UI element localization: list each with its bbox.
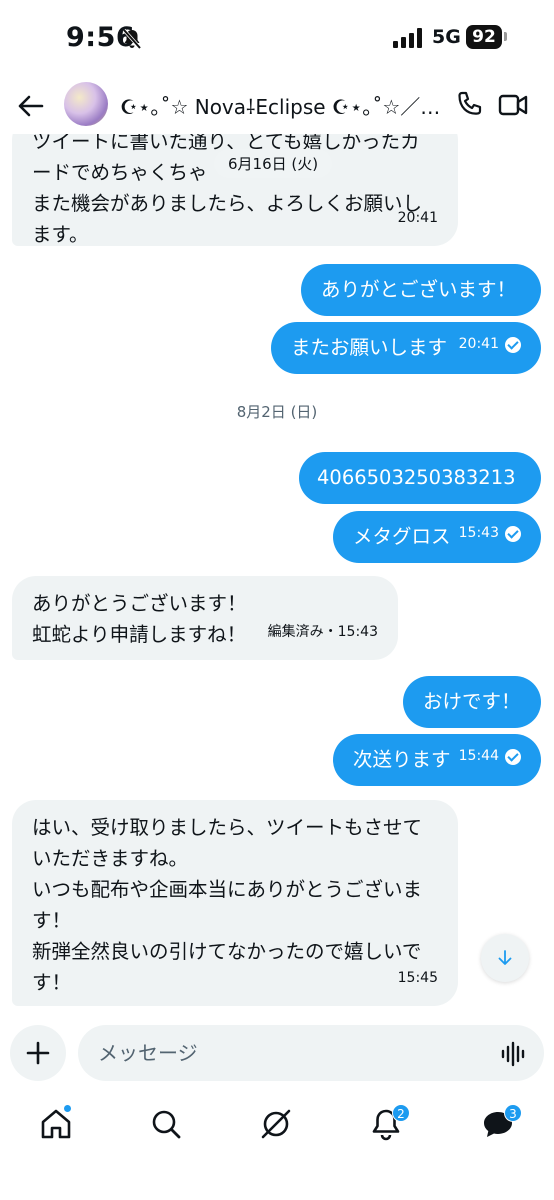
message-line: ありがとうございます！ bbox=[32, 592, 247, 615]
voice-message-icon[interactable] bbox=[500, 1041, 528, 1067]
outgoing-message[interactable]: 次送ります 15:44 bbox=[333, 734, 541, 786]
message-list[interactable]: ツイートに書いた通り、とても嬉しかったカ ードでめちゃくちゃ また機会がありまし… bbox=[0, 134, 554, 1019]
arrow-down-icon bbox=[498, 950, 512, 965]
message-line: ます。 bbox=[32, 223, 89, 246]
message-meta: 15:44 bbox=[459, 741, 521, 772]
message-time: 20:41 bbox=[458, 336, 499, 352]
message-time: 15:45 bbox=[397, 970, 438, 986]
outgoing-message[interactable]: 4066503250383213 bbox=[299, 452, 541, 504]
read-check-icon bbox=[505, 748, 521, 765]
message-input[interactable] bbox=[98, 1039, 478, 1067]
message-text: ありがとございます！ bbox=[321, 278, 517, 301]
outgoing-message[interactable]: メタグロス 15:43 bbox=[333, 511, 541, 563]
message-time: 15:43 bbox=[458, 525, 499, 541]
message-text: 次送ります bbox=[353, 748, 451, 771]
conversation-title[interactable]: ☪︎⋆｡˚☆ Nova⸸Eclipse ☪︎⋆｡˚☆／… bbox=[120, 91, 440, 120]
incoming-message[interactable]: ありがとうございます！ 虹蛇より申請しますね！ 編集済み・15:43 bbox=[12, 576, 398, 660]
nav-search[interactable] bbox=[148, 1106, 184, 1142]
message-line: 新弾全然良いの引けてなかったので嬉しいで bbox=[32, 940, 422, 963]
nav-grok[interactable] bbox=[258, 1106, 294, 1142]
grok-icon bbox=[261, 1109, 291, 1139]
message-line: す！ bbox=[32, 971, 72, 994]
bell-off-icon bbox=[122, 28, 142, 50]
message-line: す！ bbox=[32, 909, 72, 932]
message-text: またお願いします bbox=[291, 336, 448, 359]
read-check-icon bbox=[505, 336, 521, 353]
date-separator: 8月2日 (日) bbox=[236, 403, 318, 421]
message-text: おけです！ bbox=[423, 690, 521, 713]
message-text: 4066503250383213 bbox=[317, 466, 516, 489]
outgoing-message[interactable]: またお願いします 20:41 bbox=[271, 322, 541, 374]
plus-icon bbox=[26, 1041, 50, 1065]
nav-home[interactable] bbox=[38, 1104, 74, 1142]
video-call-icon[interactable] bbox=[498, 92, 528, 118]
scroll-to-bottom-button[interactable] bbox=[481, 934, 529, 982]
outgoing-message[interactable]: おけです！ bbox=[403, 676, 541, 728]
home-unread-dot bbox=[63, 1104, 72, 1113]
network-type: 5G bbox=[432, 26, 461, 48]
nav-notifications[interactable]: 2 bbox=[368, 1104, 410, 1142]
messages-badge: 3 bbox=[504, 1104, 522, 1122]
message-line: いただきますね。 bbox=[32, 847, 189, 870]
nav-messages[interactable]: 3 bbox=[480, 1104, 522, 1142]
message-meta: 20:41 bbox=[459, 329, 521, 360]
message-line: はい、受け取りましたら、ツイートもさせて bbox=[32, 816, 423, 839]
conversation-header: ☪︎⋆｡˚☆ Nova⸸Eclipse ☪︎⋆｡˚☆／… bbox=[0, 74, 554, 134]
status-bar: 9:56 5G 92 bbox=[0, 0, 554, 74]
incoming-message[interactable]: はい、受け取りましたら、ツイートもさせて いただきますね。 いつも配布や企画本当… bbox=[12, 800, 458, 1006]
phone-icon[interactable] bbox=[456, 90, 484, 118]
message-meta: 15:43 bbox=[459, 518, 521, 549]
read-check-icon bbox=[505, 525, 521, 542]
battery-tip bbox=[504, 32, 507, 41]
add-media-button[interactable] bbox=[10, 1025, 66, 1081]
message-text: メタグロス bbox=[353, 525, 451, 548]
outgoing-message[interactable]: ありがとございます！ bbox=[301, 264, 541, 316]
signal-icon bbox=[393, 28, 422, 48]
back-arrow-icon[interactable] bbox=[14, 90, 46, 122]
floating-date-label: 6月16日 (火) bbox=[214, 149, 333, 178]
message-line: いつも配布や企画本当にありがとうございま bbox=[32, 878, 423, 901]
message-time: 15:44 bbox=[458, 748, 499, 764]
avatar[interactable] bbox=[64, 82, 108, 126]
message-composer bbox=[78, 1025, 544, 1081]
message-time: 編集済み・15:43 bbox=[267, 624, 378, 640]
search-icon bbox=[152, 1110, 181, 1139]
message-line: また機会がありましたら、よろしくお願いし bbox=[32, 192, 423, 215]
message-time: 20:41 bbox=[397, 210, 438, 226]
battery-level: 92 bbox=[466, 25, 502, 49]
bottom-navigation: 2 3 bbox=[0, 1098, 554, 1200]
notifications-badge: 2 bbox=[392, 1104, 410, 1122]
